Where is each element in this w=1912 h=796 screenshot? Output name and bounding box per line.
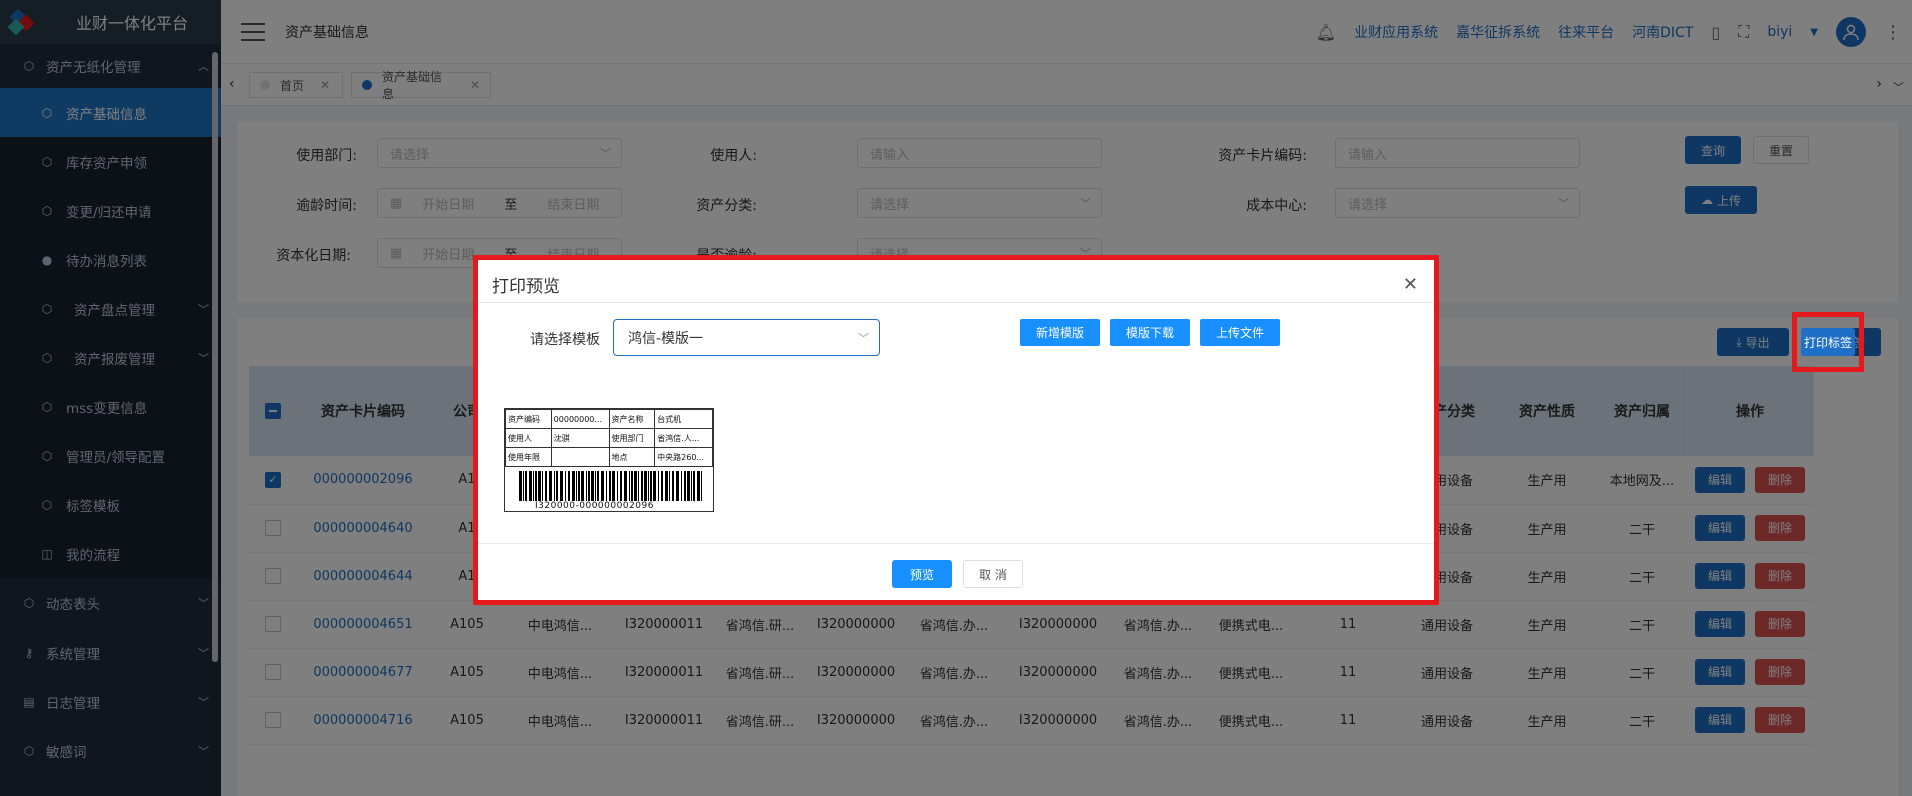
barcode-bar (601, 471, 604, 501)
barcode-bar (669, 471, 670, 501)
preview-button[interactable]: 预览 (892, 560, 952, 588)
barcode-bar (549, 471, 552, 501)
barcode-bar (538, 471, 541, 501)
label-cell: 台式机 (654, 409, 713, 429)
label-cell (550, 447, 610, 467)
barcode-bar (533, 471, 534, 501)
label-preview: 资产编码 00000000... 资产名称 台式机 使用人 沈骐 使用部门 省鸿信.人... 使… (504, 408, 714, 512)
barcode-bar (653, 471, 656, 501)
barcode-bar (648, 471, 649, 501)
barcode-bar (576, 471, 577, 501)
chevron-down-icon: ﹀ (858, 331, 869, 345)
barcode-bar (545, 471, 547, 501)
barcode-bar (565, 471, 566, 501)
barcode-bar (672, 471, 674, 501)
label-cell: 使用年限 (505, 447, 552, 467)
upload-file-button[interactable]: 上传文件 (1200, 319, 1280, 346)
barcode-bar (641, 471, 643, 501)
barcode-bar (609, 471, 611, 501)
print-label-button-highlighted[interactable]: 打印标签 (1801, 328, 1855, 356)
label-cell: 00000000... (550, 409, 610, 429)
divider (478, 302, 1434, 303)
label-cell: 中央路260... (654, 447, 713, 467)
label-cell: 资产编码 (505, 409, 552, 429)
barcode-bar (650, 471, 652, 501)
template-label: 请选择模板 (530, 332, 600, 348)
print-preview-dialog: 打印预览 ✕ 请选择模板 鸿信-模版一 ﹀ 新增模版 模版下载 上传文件 资产编… (478, 260, 1434, 600)
barcode-bar (560, 471, 563, 501)
barcode-bar (681, 471, 682, 501)
barcode-bar (542, 471, 543, 501)
label-cell: 省鸿信.人... (654, 428, 713, 448)
download-template-button[interactable]: 模版下载 (1110, 319, 1190, 346)
barcode-bar (691, 471, 692, 501)
barcode-bar (586, 471, 587, 501)
dialog-title: 打印预览 (492, 277, 560, 297)
barcode-bar (634, 471, 637, 501)
barcode-bar (620, 471, 622, 501)
label-cell: 地点 (608, 447, 656, 467)
barcode-bar (591, 471, 594, 501)
barcode (519, 471, 702, 501)
barcode-bar (638, 471, 639, 501)
barcode-bar (588, 471, 590, 501)
barcode-bar (519, 471, 522, 501)
barcode-bar (665, 471, 668, 501)
barcode-text: I320000-000000002096 (535, 501, 654, 511)
barcode-bar (525, 471, 527, 501)
barcode-bar (597, 471, 599, 501)
barcode-bar (535, 471, 537, 501)
barcode-bar (629, 471, 630, 501)
barcode-bar (568, 471, 570, 501)
barcode-bar (658, 471, 659, 501)
barcode-bar (701, 471, 702, 501)
barcode-bar (612, 471, 615, 501)
divider (478, 543, 1434, 544)
barcode-bar (572, 471, 575, 501)
barcode-bar (595, 471, 596, 501)
barcode-bar (676, 471, 679, 501)
barcode-bar (523, 471, 524, 501)
barcode-bar (687, 471, 690, 501)
barcode-bar (693, 471, 695, 501)
label-cell: 资产名称 (608, 409, 656, 429)
label-row: 使用年限 地点 中央路260... (505, 447, 713, 467)
label-cell: 使用人 (505, 428, 552, 448)
label-row: 资产编码 00000000... 资产名称 台式机 (505, 409, 713, 429)
add-template-button[interactable]: 新增模版 (1020, 319, 1100, 346)
barcode-bar (631, 471, 633, 501)
label-row: 使用人 沈骐 使用部门 省鸿信.人... (505, 428, 713, 448)
label-table: 资产编码 00000000... 资产名称 台式机 使用人 沈骐 使用部门 省鸿信.人... 使… (505, 409, 713, 467)
barcode-bar (529, 471, 532, 501)
barcode-bar (617, 471, 618, 501)
barcode-bar (581, 471, 584, 501)
label-cell: 沈骐 (550, 428, 610, 448)
template-select[interactable]: 鸿信-模版一 ﹀ (613, 319, 880, 356)
label-cell: 使用部门 (608, 428, 656, 448)
barcode-bar (624, 471, 627, 501)
barcode-bar (554, 471, 555, 501)
barcode-bar (661, 471, 663, 501)
barcode-bar (578, 471, 580, 501)
cancel-button[interactable]: 取 消 (963, 560, 1023, 588)
barcode-bar (697, 471, 700, 501)
close-icon[interactable]: ✕ (1403, 274, 1418, 295)
barcode-bar (606, 471, 607, 501)
template-value: 鸿信-模版一 (628, 330, 704, 347)
barcode-bar (556, 471, 558, 501)
barcode-bar (644, 471, 647, 501)
barcode-bar (684, 471, 686, 501)
